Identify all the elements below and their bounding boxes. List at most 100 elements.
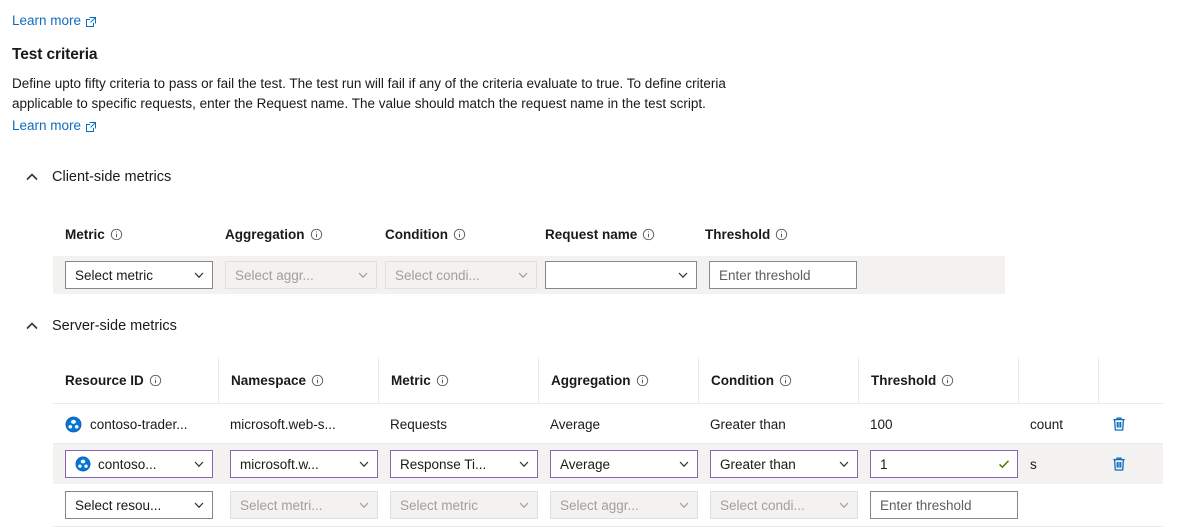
header-namespace: Namespace bbox=[218, 358, 378, 403]
learn-more-label-top: Learn more bbox=[12, 13, 82, 28]
info-icon[interactable] bbox=[436, 374, 449, 387]
info-icon[interactable] bbox=[310, 228, 323, 241]
header-aggregation: Aggregation bbox=[538, 358, 698, 403]
cell-metric: Requests bbox=[390, 416, 448, 432]
cell-condition: Greater than bbox=[710, 416, 786, 432]
header-condition: Condition bbox=[385, 223, 545, 245]
header-resource-id: Resource ID bbox=[53, 358, 218, 403]
new-resource-id-dropdown[interactable]: Select resou... bbox=[65, 491, 213, 519]
chevron-down-icon bbox=[192, 457, 206, 471]
client-aggregation-dropdown[interactable]: Select aggr... bbox=[225, 261, 377, 289]
chevron-down-icon bbox=[357, 457, 371, 471]
info-icon[interactable] bbox=[642, 228, 655, 241]
header-actions bbox=[1098, 358, 1163, 403]
new-threshold-input[interactable]: Enter threshold bbox=[870, 491, 1018, 519]
table-row[interactable]: contoso-trader... microsoft.web-s... Req… bbox=[53, 405, 1163, 443]
resource-id-value: contoso-trader... bbox=[90, 416, 188, 432]
cell-aggregation: Average bbox=[538, 444, 698, 484]
chevron-down-icon bbox=[192, 498, 206, 512]
server-side-metrics-group-header[interactable]: Server-side metrics bbox=[24, 318, 177, 334]
chevron-down-icon bbox=[837, 498, 851, 512]
server-namespace-dropdown[interactable]: microsoft.w... bbox=[230, 450, 378, 478]
chevron-down-icon bbox=[677, 498, 691, 512]
client-request-name-dropdown[interactable] bbox=[545, 261, 697, 289]
cell-metric: Response Ti... bbox=[378, 444, 538, 484]
trash-icon[interactable] bbox=[1110, 415, 1128, 433]
client-condition-dropdown[interactable]: Select condi... bbox=[385, 261, 537, 289]
chevron-down-icon bbox=[516, 268, 530, 282]
server-side-header-row: Resource ID Namespace Metric Aggregation… bbox=[53, 358, 1163, 404]
server-condition-dropdown[interactable]: Greater than bbox=[710, 450, 858, 478]
trash-icon[interactable] bbox=[1110, 455, 1128, 473]
chevron-up-icon bbox=[24, 169, 40, 185]
chevron-down-icon bbox=[517, 498, 531, 512]
info-icon[interactable] bbox=[775, 228, 788, 241]
header-request-name: Request name bbox=[545, 223, 705, 245]
cell-namespace: Select metri... bbox=[218, 485, 378, 525]
server-side-metrics-label: Server-side metrics bbox=[52, 318, 177, 334]
table-row[interactable]: Select resou... Select metri... Select m… bbox=[53, 485, 1163, 525]
new-aggregation-dropdown[interactable]: Select aggr... bbox=[550, 491, 698, 519]
page-title: Test criteria bbox=[12, 46, 98, 63]
client-side-row: Select metric Select aggr... Select cond… bbox=[53, 256, 1005, 294]
client-side-metrics-label: Client-side metrics bbox=[52, 169, 172, 185]
test-criteria-description: Define upto fifty criteria to pass or fa… bbox=[12, 74, 726, 114]
cell-condition: Select condi... bbox=[698, 485, 858, 525]
table-row[interactable]: contoso... microsoft.w... Response Ti... bbox=[53, 444, 1163, 484]
learn-more-link-criteria[interactable]: Learn more bbox=[12, 118, 97, 133]
chevron-down-icon bbox=[192, 268, 206, 282]
cell-aggregation: Average bbox=[550, 416, 601, 432]
cell-actions bbox=[1098, 485, 1163, 525]
new-namespace-dropdown[interactable]: Select metri... bbox=[230, 491, 378, 519]
chevron-down-icon bbox=[677, 457, 691, 471]
new-metric-dropdown[interactable]: Select metric bbox=[390, 491, 538, 519]
header-metric: Metric bbox=[65, 223, 225, 245]
info-icon[interactable] bbox=[453, 228, 466, 241]
new-condition-dropdown[interactable]: Select condi... bbox=[710, 491, 858, 519]
cell-unit: s bbox=[1030, 456, 1037, 472]
cell-condition: Greater than bbox=[698, 444, 858, 484]
learn-more-label-criteria: Learn more bbox=[12, 118, 82, 133]
cell-namespace: microsoft.web-s... bbox=[230, 416, 336, 432]
chevron-down-icon bbox=[517, 457, 531, 471]
external-link-icon bbox=[85, 121, 97, 133]
cell-resource-id: Select resou... bbox=[53, 485, 218, 525]
server-metric-dropdown[interactable]: Response Ti... bbox=[390, 450, 538, 478]
info-icon[interactable] bbox=[311, 374, 324, 387]
client-side-header-row: Metric Aggregation Condition Request nam… bbox=[65, 223, 865, 245]
chevron-down-icon bbox=[837, 457, 851, 471]
description-line-1: Define upto fifty criteria to pass or fa… bbox=[12, 76, 726, 91]
client-metric-dropdown[interactable]: Select metric bbox=[65, 261, 213, 289]
client-side-metrics-group-header[interactable]: Client-side metrics bbox=[24, 169, 171, 185]
info-icon[interactable] bbox=[110, 228, 123, 241]
info-icon[interactable] bbox=[779, 374, 792, 387]
cell-resource-id: contoso... bbox=[53, 444, 218, 484]
info-icon[interactable] bbox=[149, 374, 162, 387]
cell-unit bbox=[1018, 485, 1098, 525]
cell-actions bbox=[1098, 405, 1163, 443]
cell-threshold: Enter threshold bbox=[858, 485, 1018, 525]
header-aggregation: Aggregation bbox=[225, 223, 385, 245]
cell-threshold: 100 bbox=[870, 416, 893, 432]
cell-aggregation: Select aggr... bbox=[538, 485, 698, 525]
info-icon[interactable] bbox=[636, 374, 649, 387]
info-icon[interactable] bbox=[941, 374, 954, 387]
server-resource-id-dropdown[interactable]: contoso... bbox=[65, 450, 213, 478]
client-threshold-input[interactable]: Enter threshold bbox=[709, 261, 857, 289]
cell-metric: Select metric bbox=[378, 485, 538, 525]
header-condition: Condition bbox=[698, 358, 858, 403]
external-link-icon bbox=[85, 16, 97, 28]
server-threshold-input[interactable]: 1 bbox=[870, 450, 1018, 478]
cell-actions bbox=[1098, 444, 1163, 484]
server-aggregation-dropdown[interactable]: Average bbox=[550, 450, 698, 478]
header-unit bbox=[1018, 358, 1098, 403]
learn-more-link-top[interactable]: Learn more bbox=[12, 13, 97, 28]
cell-unit: count bbox=[1030, 416, 1064, 432]
header-threshold: Threshold bbox=[705, 223, 865, 245]
header-metric: Metric bbox=[378, 358, 538, 403]
chevron-down-icon bbox=[356, 268, 370, 282]
chevron-up-icon bbox=[24, 318, 40, 334]
row-divider bbox=[53, 526, 1163, 527]
cell-resource-id: contoso-trader... bbox=[53, 405, 218, 443]
chevron-down-icon bbox=[357, 498, 371, 512]
